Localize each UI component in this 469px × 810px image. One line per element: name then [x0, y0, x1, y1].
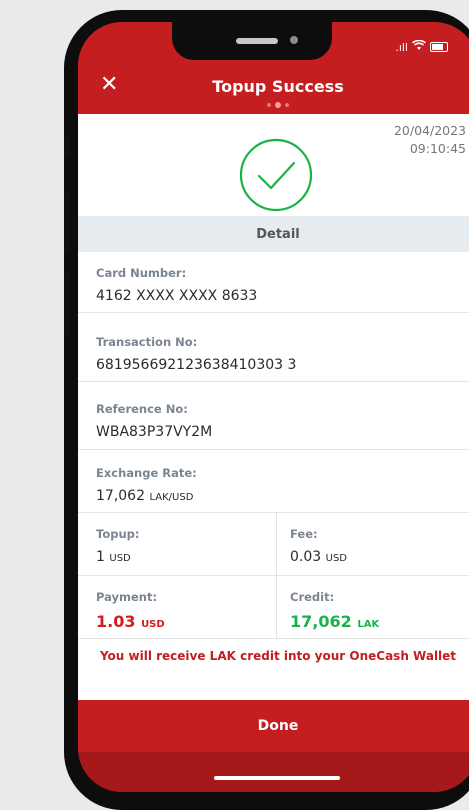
credit-value: 17,062	[290, 612, 352, 631]
reference-no-value: WBA83P37VY2M	[96, 424, 213, 440]
success-check-icon	[239, 138, 313, 212]
status-bar: .ıll	[395, 39, 448, 54]
transaction-no-label: Transaction No:	[96, 335, 198, 349]
done-button[interactable]: Done	[78, 700, 469, 752]
phone-volume-down	[64, 272, 69, 336]
exchange-rate-amount: 17,062	[96, 488, 145, 504]
phone-mute-switch	[64, 135, 69, 157]
fee-value: 0.03	[290, 549, 322, 565]
transaction-datetime: 20/04/2023 09:10:45	[394, 122, 466, 158]
page-dot	[285, 103, 289, 107]
column-divider	[276, 576, 277, 638]
exchange-rate-row: Exchange Rate: 17,062 LAK/USD	[78, 450, 469, 513]
topup-value-wrap: 1 USD	[96, 549, 139, 565]
credit-value-wrap: 17,062 LAK	[290, 612, 379, 631]
page-title: Topup Success	[212, 77, 344, 96]
transaction-no-value: 681956692123638410303 3	[96, 357, 297, 373]
card-number-value: 4162 XXXX XXXX 8633	[96, 288, 258, 304]
header-bar: .ıll ✕ Topup Success	[78, 22, 469, 114]
phone-volume-up	[64, 190, 69, 254]
credit-cell: Credit: 17,062 LAK	[290, 590, 379, 652]
payment-value: 1.03	[96, 612, 136, 631]
topup-unit: USD	[109, 553, 131, 564]
payment-credit-row: Payment: 1.03 USD Credit: 17,062 LAK	[78, 576, 469, 639]
card-number-row: Card Number: 4162 XXXX XXXX 8633	[78, 252, 469, 313]
transaction-time: 09:10:45	[409, 141, 466, 156]
topup-label: Topup:	[96, 527, 140, 541]
credit-label: Credit:	[290, 590, 335, 604]
topup-value: 1	[96, 549, 105, 565]
fee-unit: USD	[325, 553, 347, 564]
topup-fee-row: Topup: 1 USD Fee: 0.03 USD	[78, 513, 469, 576]
page-dot	[267, 103, 271, 107]
transaction-no-row: Transaction No: 681956692123638410303 3	[78, 313, 469, 382]
fee-label: Fee:	[290, 527, 318, 541]
payment-value-wrap: 1.03 USD	[96, 612, 165, 631]
detail-section-header: Detail	[78, 216, 469, 252]
camera	[290, 36, 298, 44]
fee-value-wrap: 0.03 USD	[290, 549, 347, 565]
payment-cell: Payment: 1.03 USD	[96, 590, 165, 652]
transaction-date: 20/04/2023	[393, 123, 466, 138]
battery-icon	[430, 42, 448, 52]
exchange-rate-label: Exchange Rate:	[96, 466, 197, 480]
payment-label: Payment:	[96, 590, 158, 604]
page-indicator	[78, 102, 469, 108]
reference-no-row: Reference No: WBA83P37VY2M	[78, 382, 469, 450]
exchange-rate-unit: LAK/USD	[149, 492, 194, 503]
page-dot-active	[275, 102, 281, 108]
wifi-icon	[412, 39, 426, 54]
notch	[172, 22, 332, 60]
app-screen: .ıll ✕ Topup Success 20/04/2023 09:10:45…	[78, 22, 469, 792]
home-indicator[interactable]	[214, 776, 340, 780]
card-number-label: Card Number:	[96, 266, 187, 280]
exchange-rate-value: 17,062 LAK/USD	[96, 488, 197, 504]
speaker	[236, 38, 278, 44]
credit-notice: You will receive LAK credit into your On…	[99, 649, 457, 663]
bottom-safe-area	[78, 752, 469, 792]
reference-no-label: Reference No:	[96, 402, 188, 416]
credit-unit: LAK	[357, 619, 380, 630]
signal-icon: .ıll	[395, 40, 408, 54]
column-divider	[276, 513, 277, 575]
payment-unit: USD	[141, 619, 165, 630]
content-panel: 20/04/2023 09:10:45 Detail Card Number: …	[78, 114, 469, 700]
